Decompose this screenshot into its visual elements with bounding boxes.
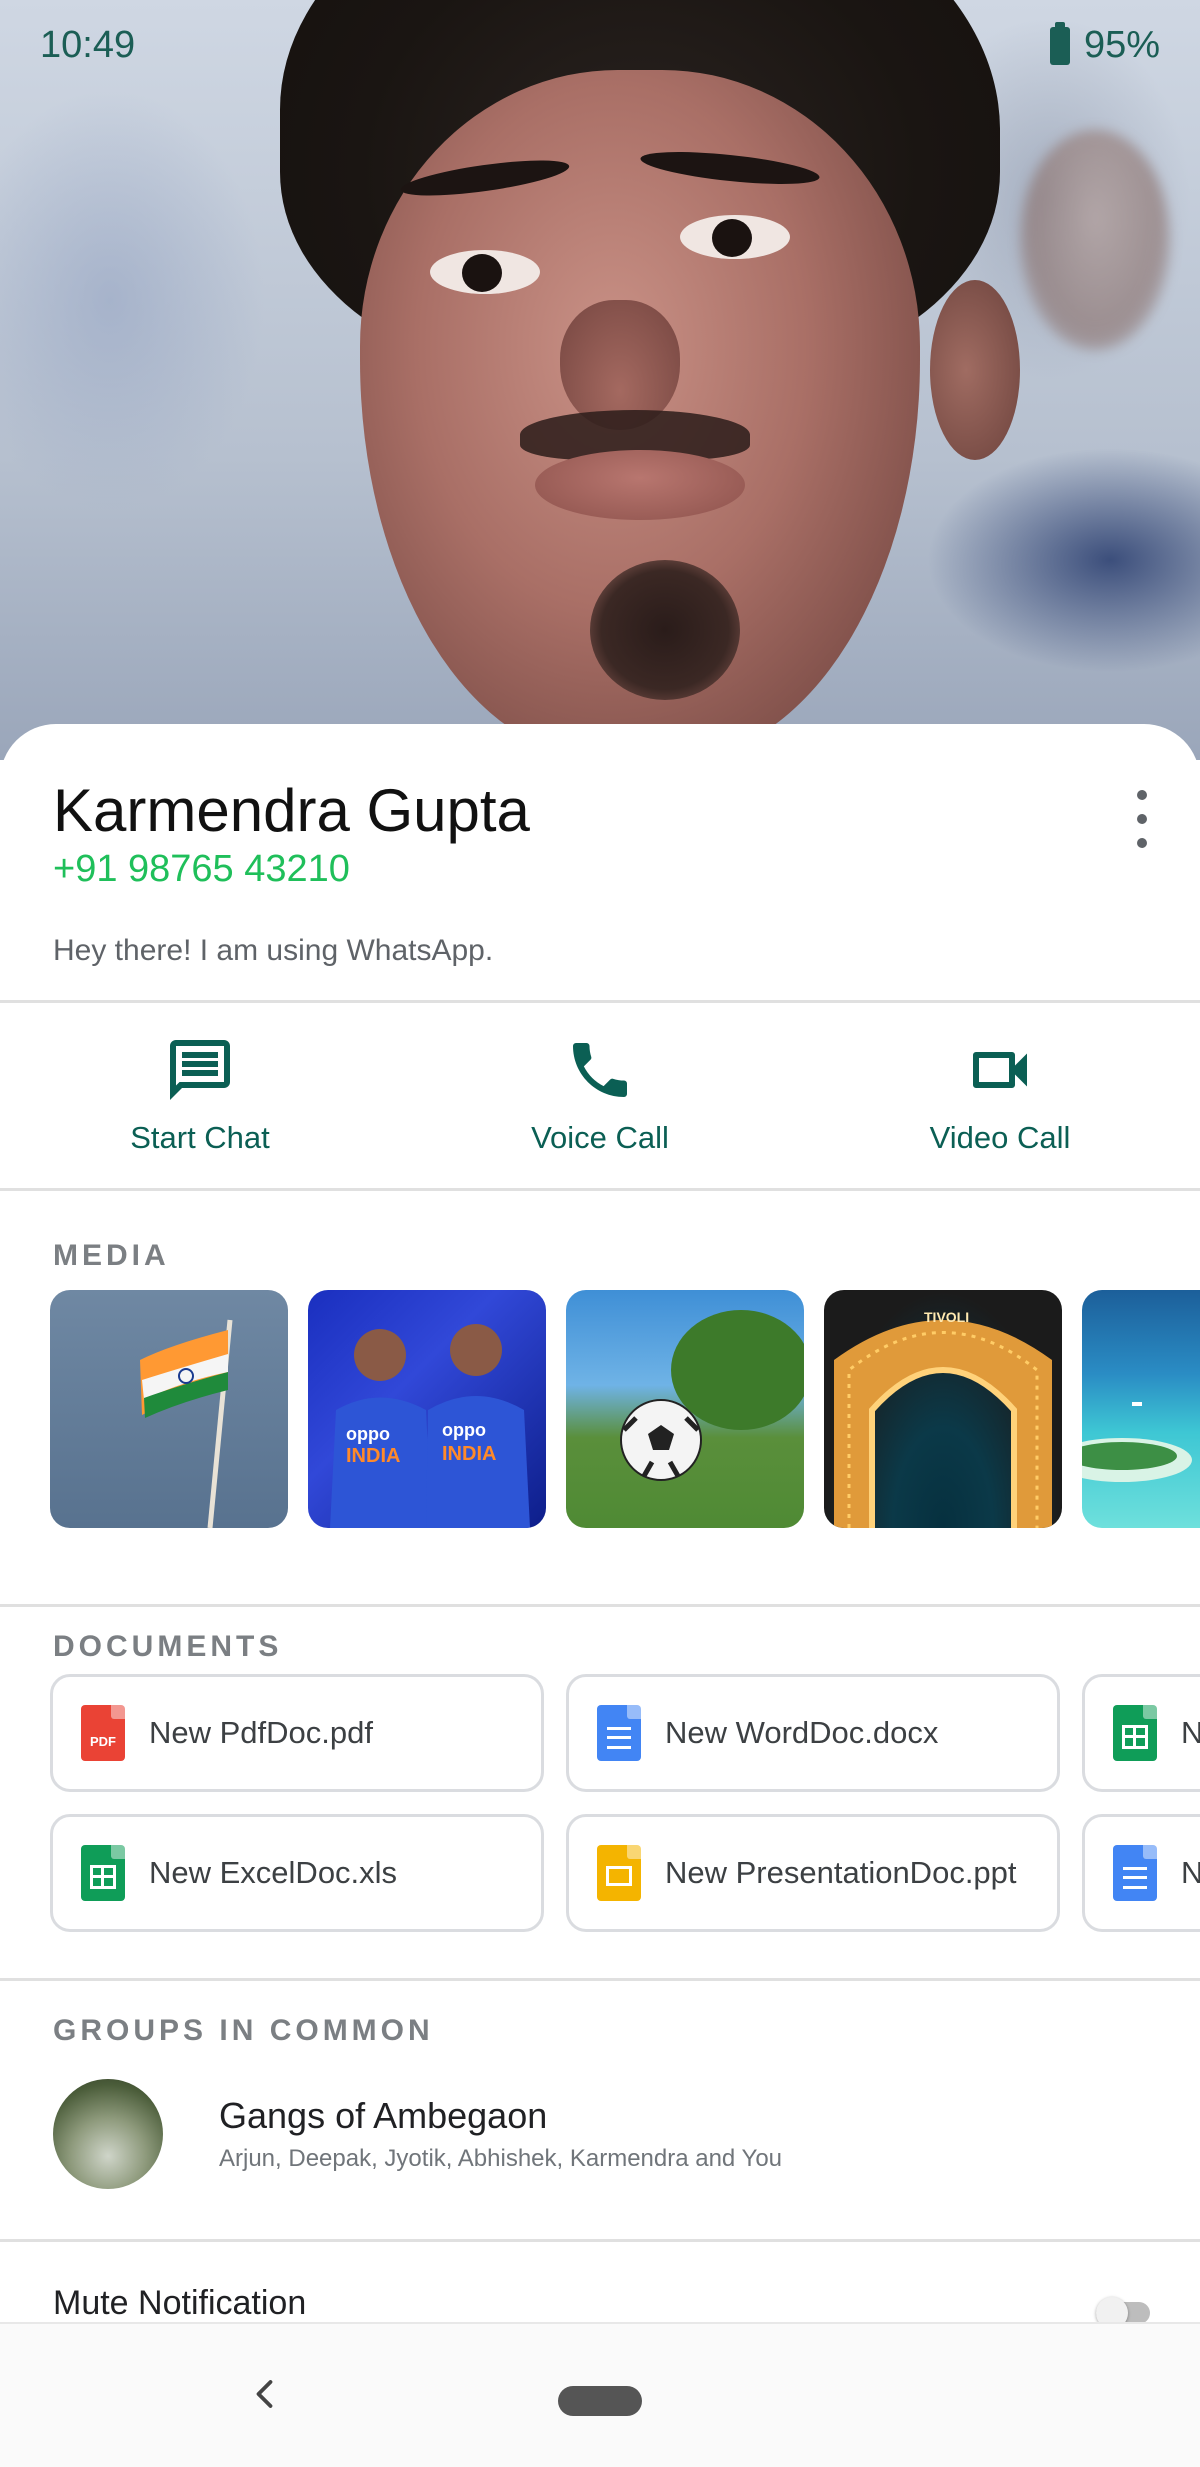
- document-name: New PresentationDoc.ppt: [665, 1855, 1017, 1890]
- system-nav-bar: [0, 2322, 1200, 2467]
- contact-info-card: Karmendra Gupta +91 98765 43210 Hey ther…: [0, 724, 1200, 2467]
- media-section-title: MEDIA: [53, 1239, 170, 1272]
- phone-icon: [573, 1043, 627, 1097]
- svg-text:oppo: oppo: [442, 1420, 486, 1440]
- media-thumb-football[interactable]: [566, 1290, 804, 1528]
- document-item[interactable]: New WordDoc.docx: [566, 1674, 1060, 1792]
- contact-name: Karmendra Gupta: [53, 777, 530, 844]
- photo-eye-right: [680, 215, 790, 259]
- divider: [0, 2239, 1200, 2242]
- word-file-icon: [1113, 1845, 1157, 1901]
- svg-text:oppo: oppo: [346, 1424, 390, 1444]
- back-icon[interactable]: [248, 2376, 284, 2412]
- background-person: [1020, 130, 1170, 350]
- sheet-file-icon: [1113, 1705, 1157, 1761]
- document-item[interactable]: New PresentationDoc.ppt: [566, 1814, 1060, 1932]
- group-item[interactable]: Gangs of Ambegaon Arjun, Deepak, Jyotik,…: [53, 2079, 782, 2189]
- word-file-icon: [597, 1705, 641, 1761]
- mute-notification-label: Mute Notification: [53, 2284, 307, 2322]
- svg-text:INDIA: INDIA: [442, 1443, 496, 1465]
- contact-about: Hey there! I am using WhatsApp.: [53, 934, 494, 967]
- group-name: Gangs of Ambegaon: [219, 2095, 548, 2136]
- mute-notification-toggle[interactable]: [1096, 2297, 1150, 2329]
- voice-call-label: Voice Call: [531, 1120, 669, 1155]
- video-call-label: Video Call: [929, 1120, 1071, 1155]
- more-vert-icon[interactable]: [1122, 784, 1162, 854]
- action-bar: Start Chat Voice Call Video Call: [0, 1002, 1200, 1188]
- photo-lips: [535, 450, 745, 520]
- video-icon: [973, 1052, 1027, 1088]
- document-name: New ExcelDoc.xls: [149, 1855, 398, 1890]
- document-item[interactable]: N: [1082, 1814, 1200, 1932]
- svg-text:TIVOLI: TIVOLI: [924, 1309, 969, 1325]
- document-name: New WordDoc.docx: [665, 1715, 939, 1750]
- svg-text:INDIA: INDIA: [346, 1445, 400, 1467]
- status-battery: 95%: [1049, 21, 1160, 67]
- media-thumb-cricket[interactable]: oppo INDIA oppo INDIA: [308, 1290, 546, 1528]
- document-item[interactable]: New ExcelDoc.xls: [50, 1814, 544, 1932]
- documents-list: PDF New PdfDoc.pdf New WordDoc.docx N Ne…: [50, 1674, 1200, 1954]
- battery-percent: 95%: [1083, 24, 1160, 66]
- divider: [0, 1978, 1200, 1981]
- pdf-file-icon: PDF: [81, 1705, 125, 1761]
- divider: [0, 1188, 1200, 1191]
- divider: [0, 1604, 1200, 1607]
- groups-section-title: GROUPS IN COMMON: [53, 2014, 434, 2047]
- profile-photo[interactable]: 10:49 95%: [0, 0, 1200, 760]
- video-call-button[interactable]: Video Call: [800, 1002, 1200, 1188]
- document-name: N: [1181, 1855, 1200, 1890]
- documents-section-title: DOCUMENTS: [53, 1630, 283, 1663]
- group-avatar: [53, 2079, 163, 2189]
- sheet-file-icon: [81, 1845, 125, 1901]
- media-thumb-beach[interactable]: [1082, 1290, 1200, 1528]
- chat-icon: [170, 1040, 230, 1100]
- contact-phone[interactable]: +91 98765 43210: [53, 848, 350, 891]
- battery-icon: [1049, 21, 1070, 65]
- media-thumb-flag[interactable]: [50, 1290, 288, 1528]
- slides-file-icon: [597, 1845, 641, 1901]
- photo-eye-left: [430, 250, 540, 294]
- start-chat-button[interactable]: Start Chat: [0, 1002, 400, 1188]
- home-pill[interactable]: [558, 2386, 642, 2416]
- voice-call-button[interactable]: Voice Call: [400, 1002, 800, 1188]
- document-name: New PdfDoc.pdf: [149, 1715, 373, 1750]
- status-time: 10:49: [40, 24, 136, 66]
- media-gallery[interactable]: oppo INDIA oppo INDIA TIVOLI: [50, 1290, 1200, 1530]
- photo-ear: [930, 280, 1020, 460]
- photo-beard: [590, 560, 740, 700]
- document-name: N: [1181, 1715, 1200, 1750]
- document-item[interactable]: PDF New PdfDoc.pdf: [50, 1674, 544, 1792]
- media-thumb-arch[interactable]: TIVOLI: [824, 1290, 1062, 1528]
- start-chat-label: Start Chat: [130, 1120, 270, 1155]
- document-item[interactable]: N: [1082, 1674, 1200, 1792]
- group-members: Arjun, Deepak, Jyotik, Abhishek, Karmend…: [219, 2145, 783, 2172]
